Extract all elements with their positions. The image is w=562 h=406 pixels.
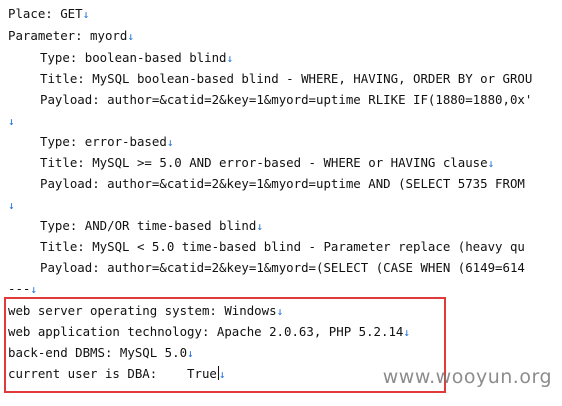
error-type-line: Type: error-based↓ (40, 134, 174, 149)
error-title-line: Title: MySQL >= 5.0 AND error-based - WH… (40, 155, 495, 170)
parameter-line: Parameter: myord↓ (8, 28, 134, 43)
result-highlight-box (4, 297, 446, 393)
blank-line: ↓ (8, 197, 15, 213)
error-payload-line: Payload: author=&catid=2&key=1&myord=upt… (40, 176, 525, 191)
return-mark-icon: ↓ (487, 157, 495, 170)
return-mark-icon: ↓ (166, 136, 174, 149)
boolean-payload-line: Payload: author=&catid=2&key=1&myord=upt… (40, 92, 533, 107)
place-line: Place: GET↓ (8, 6, 90, 21)
boolean-title-line: Title: MySQL boolean-based blind - WHERE… (40, 71, 533, 86)
return-mark-icon: ↓ (30, 283, 38, 296)
return-mark-icon: ↓ (8, 199, 15, 212)
separator-line: ---↓ (8, 281, 38, 296)
return-mark-icon: ↓ (8, 115, 15, 128)
boolean-type-line: Type: boolean-based blind↓ (40, 50, 234, 65)
time-type-line: Type: AND/OR time-based blind↓ (40, 218, 263, 233)
return-mark-icon: ↓ (256, 220, 263, 233)
return-mark-icon: ↓ (127, 30, 134, 43)
blank-line: ↓ (8, 113, 15, 129)
watermark: www.wooyun.org (382, 366, 552, 388)
time-payload-line: Payload: author=&catid=2&key=1&myord=(SE… (40, 260, 525, 275)
time-title-line: Title: MySQL < 5.0 time-based blind - Pa… (40, 239, 525, 254)
return-mark-icon: ↓ (226, 52, 234, 65)
return-mark-icon: ↓ (82, 8, 90, 21)
